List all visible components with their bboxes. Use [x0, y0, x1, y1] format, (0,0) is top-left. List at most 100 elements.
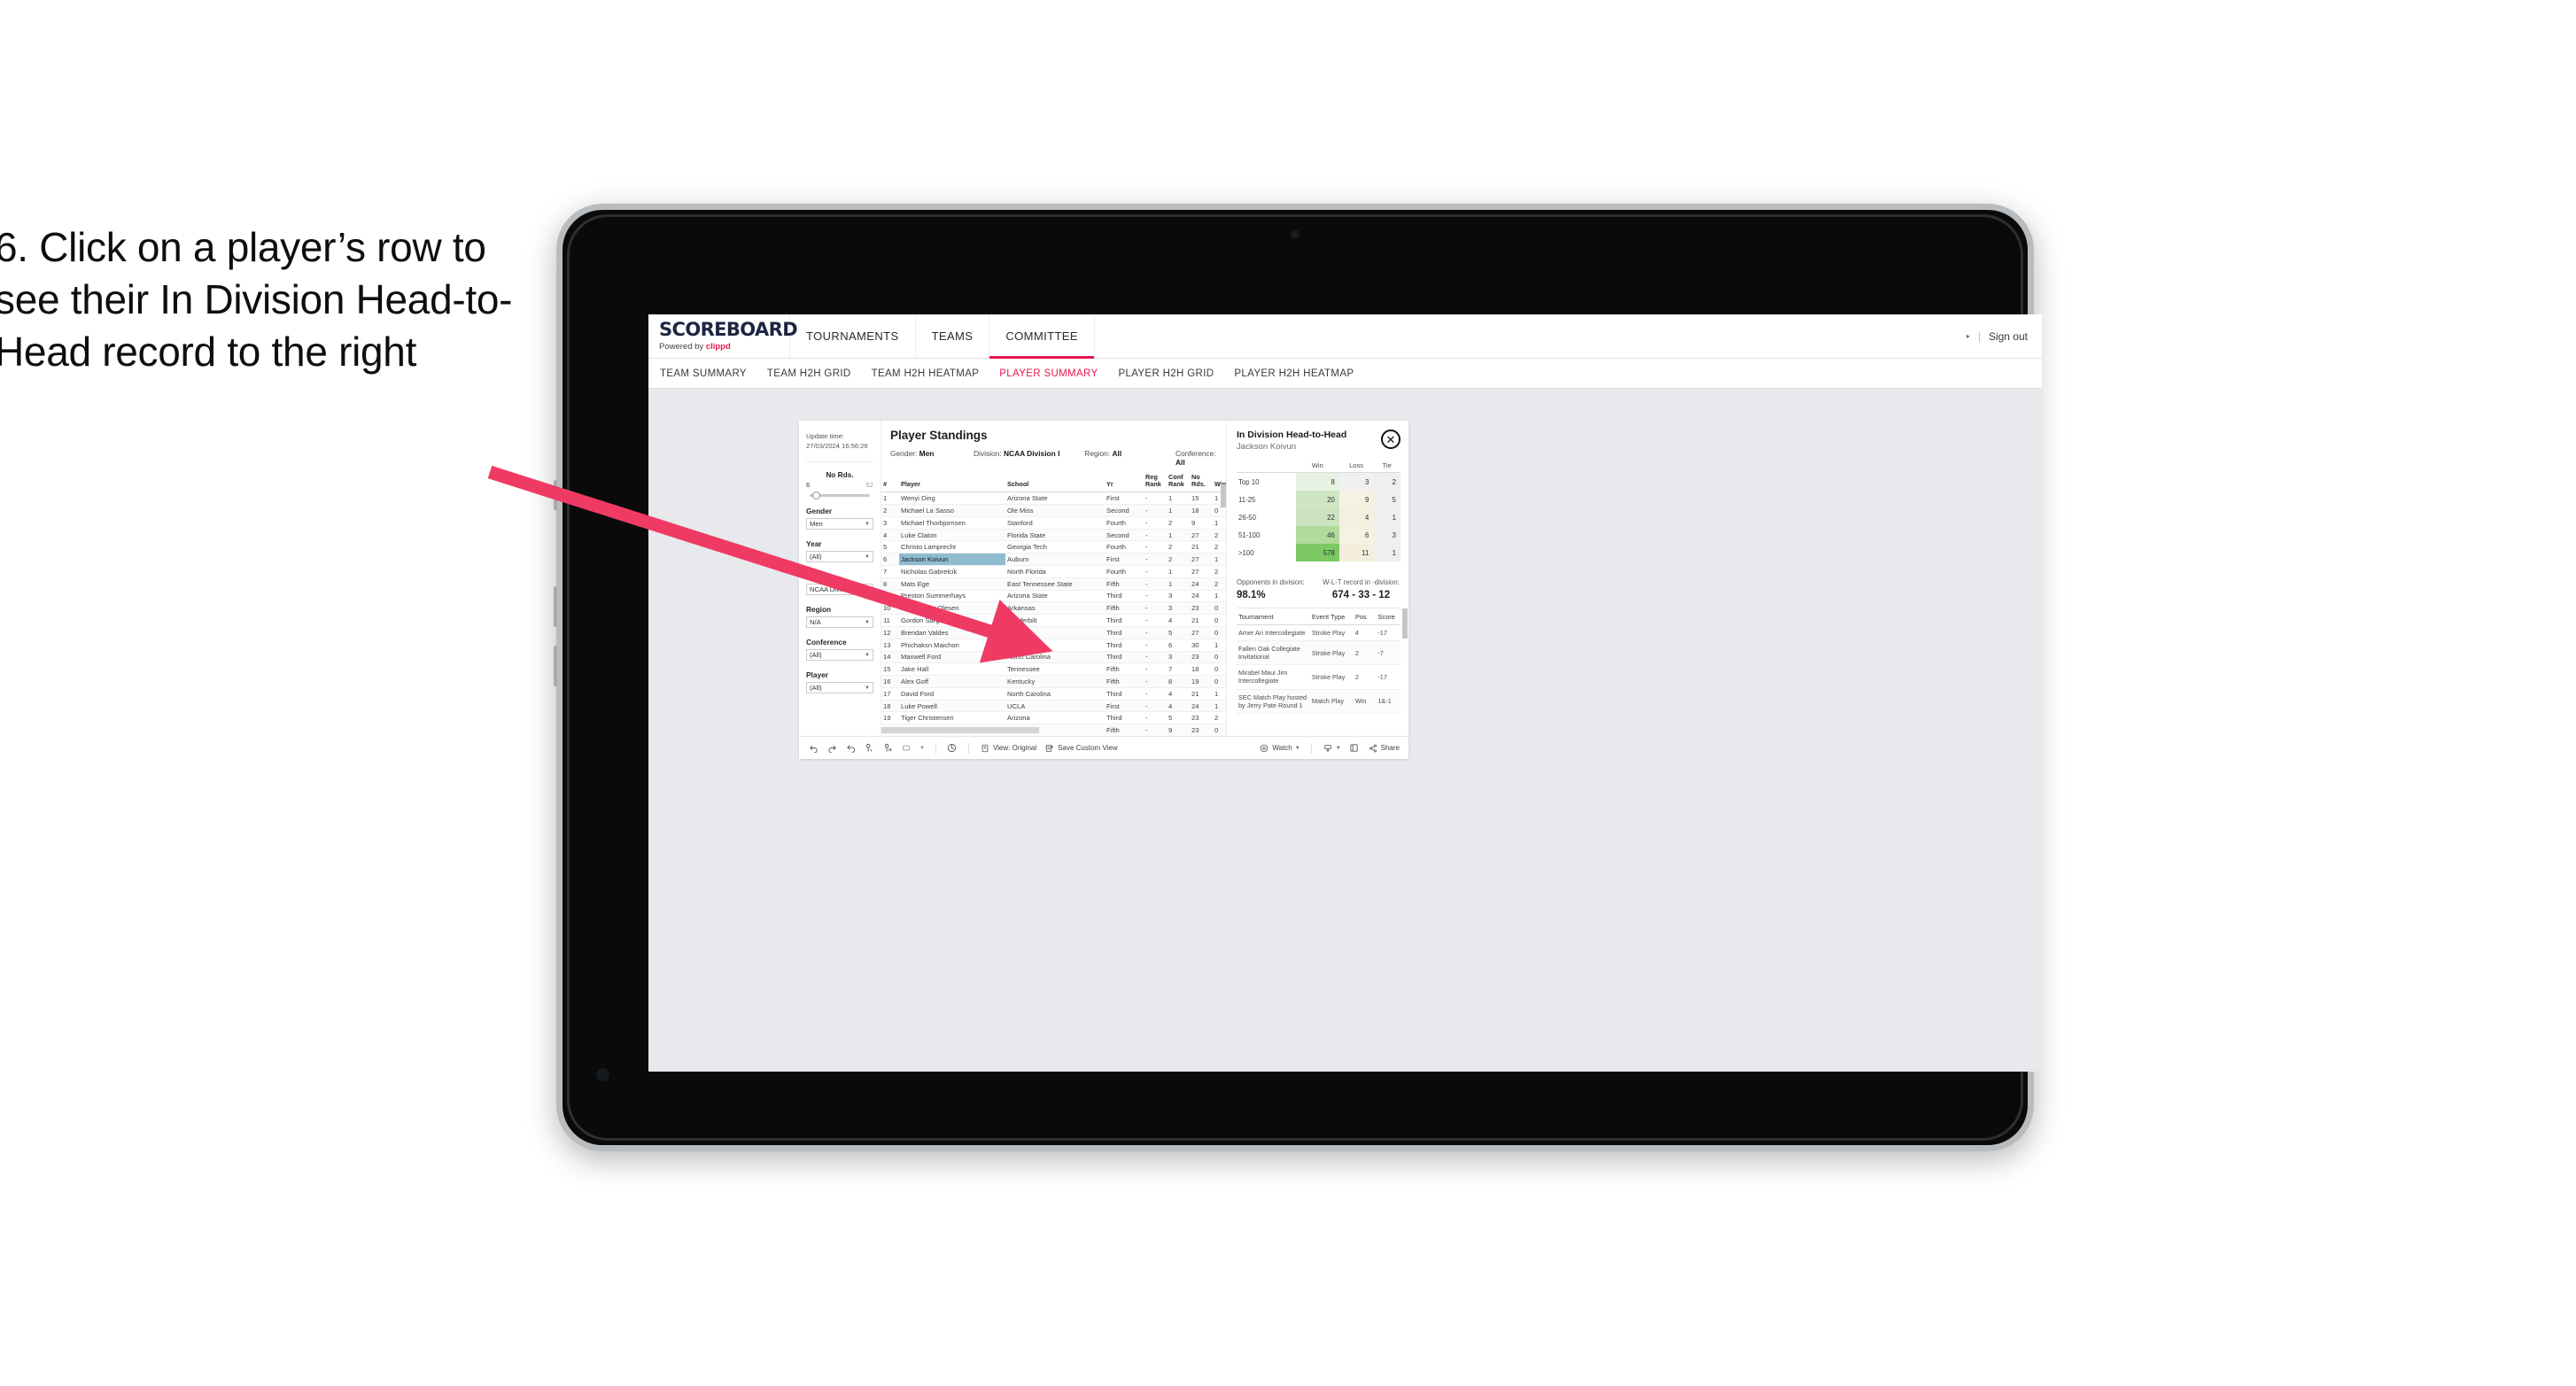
table-row[interactable]: 16 Alex Goff Kentucky Fifth -8 19 0: [881, 675, 1226, 688]
table-row[interactable]: 8 Mats Ege East Tennessee State Fifth -1 24 2: [881, 577, 1226, 591]
slider-handle[interactable]: [812, 492, 820, 499]
col-position[interactable]: Pos: [1353, 613, 1377, 625]
subnav-item-player-h2h-heatmap[interactable]: PLAYER H2H HEATMAP: [1234, 368, 1354, 379]
subnav-item-player-h2h-grid[interactable]: PLAYER H2H GRID: [1118, 368, 1214, 379]
filter-conference-select[interactable]: (All) ▼: [806, 649, 873, 661]
cell-event-type: Stroke Play: [1309, 624, 1354, 642]
table-row[interactable]: 3 Michael Thorbjornsen Stanford Fourth -2 9 1: [881, 516, 1226, 530]
col-player[interactable]: Player: [899, 474, 1005, 493]
topnav-item-teams[interactable]: TEAMS: [916, 314, 990, 358]
tournament-row[interactable]: SEC Match Play hosted by Jerry Pate Roun…: [1237, 689, 1401, 714]
tournament-row[interactable]: Mirabel Maui Jim Intercollegiate Stroke P…: [1237, 664, 1401, 690]
filter-region-select[interactable]: N/A ▼: [806, 616, 873, 628]
filter-player-select[interactable]: (All) ▼: [806, 682, 873, 693]
chevron-down-icon: ▼: [865, 685, 870, 691]
h2h-cell-loss: 9: [1338, 491, 1374, 508]
highlight-icon[interactable]: [901, 743, 912, 754]
cell-conf-rank: 8: [1167, 675, 1190, 688]
col-rank[interactable]: #: [881, 474, 899, 493]
cell-school: UCLA: [1005, 700, 1105, 713]
chevron-down-icon: ▼: [865, 619, 870, 625]
cell-wins: 0: [1213, 614, 1226, 627]
highlight-chevron-down-icon[interactable]: ▼: [919, 746, 925, 751]
standings-header: Player Standings Gender: Men Division: N…: [881, 421, 1226, 467]
top-navigation-bar: SCOREBOARD Powered by clippd TOURNAMENTS…: [648, 314, 2042, 359]
save-custom-view-button[interactable]: Save Custom View: [1044, 743, 1118, 754]
update-time: Update time: 27/03/2024 16:56:26: [806, 431, 873, 451]
col-conf-rank[interactable]: Conf Rank: [1167, 474, 1190, 493]
signout-link[interactable]: Sign out: [1989, 330, 2028, 343]
table-row[interactable]: 15 Jake Hall Tennessee Fifth -7 18 0: [881, 662, 1226, 677]
col-tournament[interactable]: Tournament: [1237, 613, 1310, 625]
redo-icon[interactable]: [826, 743, 837, 754]
h2h-cell-win: 46: [1295, 526, 1339, 544]
revert-icon[interactable]: [845, 743, 856, 754]
watch-button[interactable]: Watch ▼: [1259, 743, 1300, 754]
fullscreen-icon[interactable]: [1349, 743, 1360, 754]
filter-gender-select[interactable]: Men ▼: [806, 518, 873, 530]
table-row[interactable]: 19 Tiger Christensen Arizona Third -5 23 2: [881, 711, 1226, 725]
col-school[interactable]: School: [1005, 474, 1105, 493]
col-score[interactable]: Score: [1376, 613, 1401, 625]
table-row[interactable]: 10 Jacob Skov Olesen Arkansas Fifth -3 23 0: [881, 601, 1226, 616]
standings-horizontal-scrollbar[interactable]: [881, 727, 1039, 733]
table-row[interactable]: 7 Nicholas Gabrelcik North Florida Fourth -1…: [881, 565, 1226, 578]
logo-powered-text: Powered by: [659, 342, 706, 352]
update-time-label: Update time:: [806, 432, 845, 440]
subnav-item-team-h2h-heatmap[interactable]: TEAM H2H HEATMAP: [872, 368, 980, 379]
h2h-player-name: Jackson Koivun: [1237, 442, 1297, 452]
filter-division-select[interactable]: NCAA Division I ▼: [806, 584, 873, 595]
front-camera-icon: [1290, 229, 1300, 239]
table-row[interactable]: 17 David Ford North Carolina Third -4 21 1: [881, 687, 1226, 701]
view-original-button[interactable]: View: Original: [980, 743, 1036, 754]
table-row[interactable]: 11 Gordon Sargent Vanderbilt Third -4 21 0: [881, 614, 1226, 627]
table-row[interactable]: 12 Brendan Valdes Auburn Third -5 27 0: [881, 626, 1226, 639]
subnav-item-team-h2h-grid[interactable]: TEAM H2H GRID: [767, 368, 851, 379]
topnav-item-committee[interactable]: COMMITTEE: [989, 314, 1095, 359]
col-year[interactable]: Yr: [1105, 474, 1144, 493]
table-row[interactable]: 5 Christo Lamprecht Georgia Tech Fourth -2 21…: [881, 540, 1226, 554]
cell-rank: 10: [881, 601, 899, 616]
table-row[interactable]: 1 Wenyi Ding Arizona State First -1 15 1: [881, 492, 1226, 506]
cell-no-rounds: 21: [1190, 614, 1213, 627]
pause-auto-update-icon[interactable]: [864, 743, 874, 754]
download-button[interactable]: ▼: [1323, 743, 1341, 754]
subnav-item-team-summary[interactable]: TEAM SUMMARY: [660, 368, 747, 379]
cell-school: Arizona: [1005, 711, 1105, 725]
cell-score: 1&-1: [1376, 689, 1401, 714]
tournament-scrollbar[interactable]: [1402, 608, 1408, 639]
app-logo[interactable]: SCOREBOARD Powered by clippd: [648, 314, 798, 358]
cell-reg-rank: -: [1144, 700, 1167, 713]
table-row[interactable]: 14 Maxwell Ford North Carolina Third -3 23 0: [881, 651, 1226, 664]
table-row[interactable]: 9 Preston Summerhays Arizona State Third -3 2…: [881, 590, 1226, 603]
cell-reg-rank: -: [1144, 492, 1167, 506]
slider-track[interactable]: [810, 492, 870, 499]
subnav-item-player-summary[interactable]: PLAYER SUMMARY: [999, 368, 1098, 379]
filter-no-rounds-slider[interactable]: No Rds. 6 52: [806, 470, 873, 499]
col-event-type[interactable]: Event Type: [1309, 613, 1354, 625]
cell-conf-rank: 5: [1167, 626, 1190, 639]
update-time-value: 27/03/2024 16:56:26: [806, 442, 868, 450]
tournament-row[interactable]: Fallen Oak Collegiate Invitational Stroke…: [1237, 640, 1401, 666]
topnav-item-tournaments[interactable]: TOURNAMENTS: [790, 314, 916, 358]
power-button[interactable]: [554, 480, 557, 510]
table-row[interactable]: 18 Luke Powell UCLA First -4 24 1: [881, 700, 1226, 713]
volume-down-button[interactable]: [554, 646, 557, 686]
table-row[interactable]: 6 Jackson Koivun Auburn First -2 27 1: [881, 553, 1226, 567]
col-reg-rank[interactable]: Reg Rank: [1144, 474, 1167, 493]
share-button[interactable]: Share: [1368, 743, 1400, 754]
table-row[interactable]: 13 Phichaksn Maichon Texas A&M Third -6 30 1: [881, 639, 1226, 652]
col-no-rounds[interactable]: No Rds.: [1190, 474, 1213, 493]
h2h-summary-stats: Opponents in division: 98.1% W-L-T recor…: [1237, 570, 1401, 600]
table-row[interactable]: 4 Luke Claton Florida State Second -1 27 2: [881, 529, 1226, 542]
refresh-icon[interactable]: [947, 743, 958, 754]
undo-icon[interactable]: [808, 743, 819, 754]
close-icon[interactable]: ✕: [1381, 430, 1401, 449]
resume-auto-update-icon[interactable]: [882, 743, 893, 754]
filter-year-select[interactable]: (All) ▼: [806, 551, 873, 562]
table-row[interactable]: 2 Michael La Sasso Ole Miss Second -1 18 0: [881, 504, 1226, 517]
chevron-down-icon: ▼: [865, 652, 870, 658]
volume-up-button[interactable]: [554, 586, 557, 627]
user-chevron-icon[interactable]: ▸: [1967, 332, 1970, 340]
tournament-row[interactable]: Amer Ari Intercollegiate Stroke Play 4 -17: [1237, 624, 1401, 642]
